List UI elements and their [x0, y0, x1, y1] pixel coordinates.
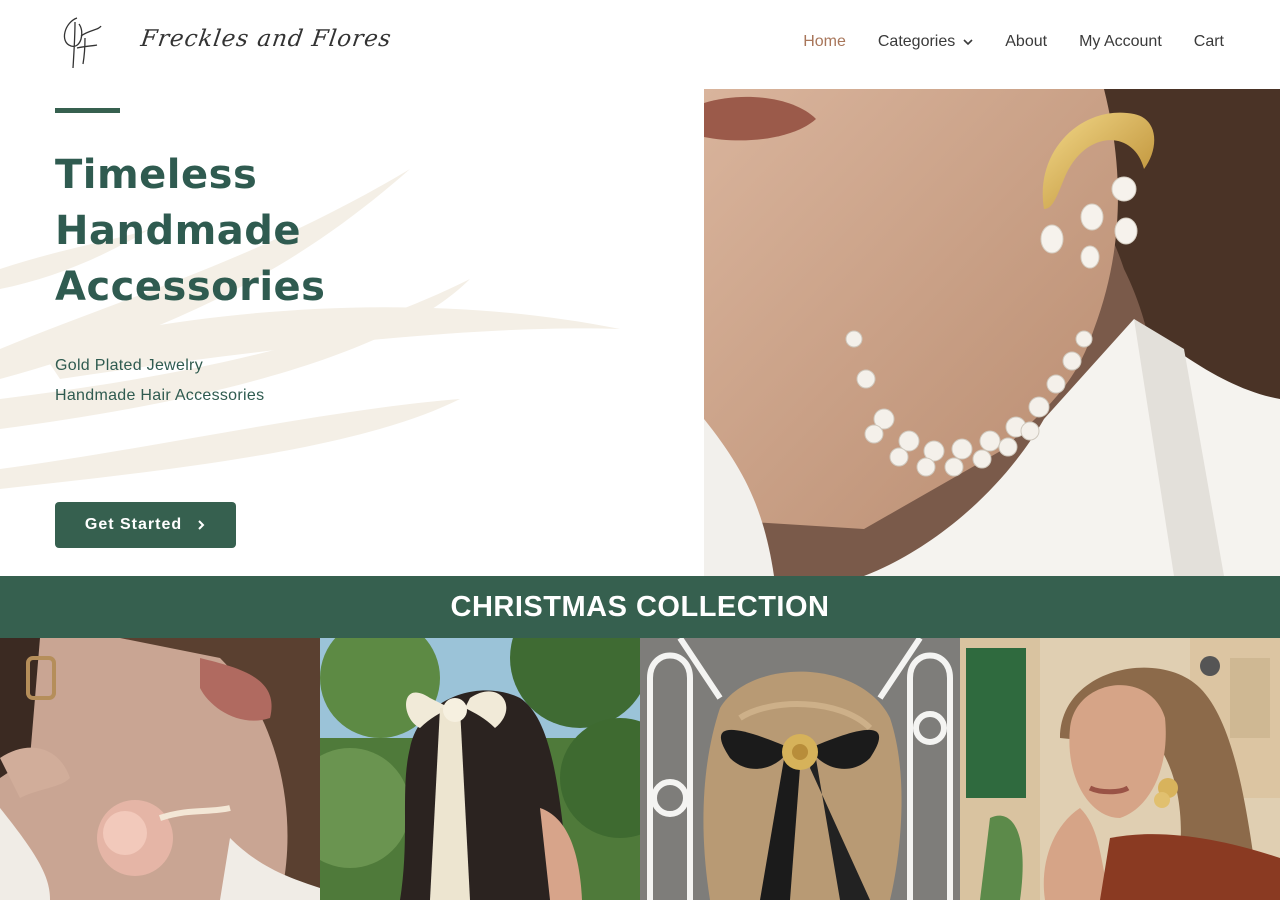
nav-categories-label: Categories	[877, 33, 956, 50]
collection-title: CHRISTMAS COLLECTION	[450, 590, 830, 623]
gallery-item[interactable]	[320, 638, 640, 900]
gallery-item[interactable]	[0, 638, 320, 900]
collection-banner: CHRISTMAS COLLECTION	[0, 576, 1280, 638]
hero-title-line: Accessories	[55, 264, 326, 310]
nav-home-label: Home	[803, 33, 846, 50]
gallery-image	[640, 638, 960, 900]
hero-accent-bar	[55, 108, 120, 113]
hero-title: Timeless Handmade Accessories	[55, 147, 475, 315]
nav-my-account-label: My Account	[1079, 33, 1162, 50]
get-started-label: Get Started	[84, 516, 183, 533]
chevron-down-icon	[963, 39, 973, 46]
gallery-image	[960, 638, 1280, 900]
hero-subtitle-line: Handmade Hair Accessories	[55, 387, 265, 404]
hero-subtitle: Gold Plated Jewelry Handmade Hair Access…	[55, 351, 264, 411]
nav-categories[interactable]: Categories	[878, 33, 973, 51]
gallery-item[interactable]	[640, 638, 960, 900]
nav-my-account[interactable]: My Account	[1079, 33, 1162, 51]
nav-about[interactable]: About	[1005, 33, 1047, 51]
nav-cart-label: Cart	[1193, 33, 1224, 50]
main-nav: Home Categories About My Account Cart	[771, 33, 1224, 51]
hero-subtitle-line: Gold Plated Jewelry	[55, 357, 203, 374]
collection-gallery	[0, 638, 1280, 900]
logo-monogram-icon	[63, 17, 102, 69]
hero-title-line: Timeless	[55, 152, 258, 198]
nav-home[interactable]: Home	[803, 33, 846, 51]
hero-model-photo	[704, 89, 1280, 576]
brand-logo[interactable]: Freckles and Flores	[55, 12, 393, 72]
hero-image	[704, 89, 1280, 576]
nav-about-label: About	[1005, 33, 1048, 50]
hero-section: Timeless Handmade Accessories Gold Plate…	[0, 89, 704, 576]
nav-cart[interactable]: Cart	[1194, 33, 1224, 51]
gallery-image	[320, 638, 640, 900]
brand-name: Freckles and Flores	[139, 26, 394, 52]
chevron-right-icon	[198, 520, 205, 530]
gallery-item[interactable]	[960, 638, 1280, 900]
site-header: Freckles and Flores Home Categories Abou…	[0, 0, 1280, 89]
get-started-button[interactable]: Get Started	[55, 502, 236, 548]
gallery-image	[0, 638, 320, 900]
hero-title-line: Handmade	[55, 208, 302, 254]
